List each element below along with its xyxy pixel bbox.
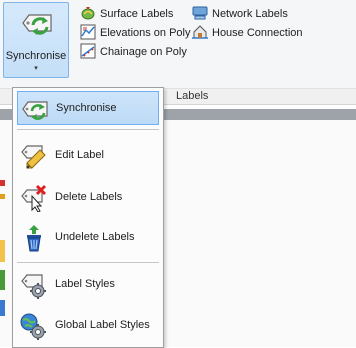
ribbon: Synchronise ▾ Surface Labels Network Lab… <box>0 0 356 88</box>
menu-separator <box>17 262 159 263</box>
global-label-styles-icon <box>20 313 46 340</box>
ribbon-group-label: Labels <box>176 90 209 102</box>
network-labels-label: Network Labels <box>212 8 288 20</box>
menu-item-label: Global Label Styles <box>55 319 150 331</box>
menu-item-label: Label Styles <box>55 278 115 290</box>
edit-label-icon <box>21 145 46 169</box>
network-labels-button[interactable]: Network Labels <box>192 5 288 23</box>
chainage-on-poly-button[interactable]: Chainage on Poly <box>80 43 187 61</box>
surface-labels-label: Surface Labels <box>100 8 174 20</box>
undelete-labels-icon <box>27 225 41 252</box>
menu-item-label: Delete Labels <box>55 191 123 203</box>
synchronise-icon <box>22 101 48 120</box>
menu-item-label-styles[interactable]: Label Styles <box>17 268 159 302</box>
menu-item-global-label-styles[interactable]: Global Label Styles <box>17 309 159 343</box>
label-styles-icon <box>21 274 46 299</box>
menu-item-synchronise[interactable]: Synchronise <box>17 91 159 125</box>
menu-item-label: Undelete Labels <box>55 231 135 243</box>
menu-item-edit-label[interactable]: Edit Label <box>17 139 159 173</box>
chainage-on-poly-label: Chainage on Poly <box>100 46 187 58</box>
surface-labels-button[interactable]: Surface Labels <box>80 5 173 23</box>
canvas-mark <box>0 180 5 186</box>
menu-separator <box>17 129 159 130</box>
canvas-mark <box>0 300 5 316</box>
synchronise-label: Synchronise <box>5 50 67 62</box>
canvas-mark <box>0 270 5 290</box>
canvas-mark <box>0 194 5 199</box>
delete-labels-icon <box>21 184 47 212</box>
elevations-on-poly-icon <box>80 24 96 40</box>
house-connection-icon <box>192 25 208 39</box>
synchronise-icon <box>22 14 52 35</box>
elevations-on-poly-button[interactable]: Elevations on Poly <box>80 24 191 42</box>
menu-item-delete-labels[interactable]: Delete Labels <box>17 181 159 215</box>
network-labels-icon <box>192 6 208 20</box>
synchronise-split-button[interactable]: Synchronise ▾ <box>3 2 69 78</box>
synchronise-dropdown-menu: Synchronise Edit Label Delete Labels Und… <box>12 87 164 348</box>
chainage-on-poly-icon <box>80 43 96 59</box>
chevron-down-icon[interactable]: ▾ <box>4 64 68 72</box>
house-connection-button[interactable]: House Connection <box>192 24 303 42</box>
elevations-on-poly-label: Elevations on Poly <box>100 27 191 39</box>
menu-item-label: Edit Label <box>55 149 104 161</box>
menu-item-undelete-labels[interactable]: Undelete Labels <box>17 221 159 255</box>
menu-item-label: Synchronise <box>56 102 117 114</box>
surface-labels-icon <box>81 7 95 20</box>
canvas-mark <box>0 240 5 262</box>
house-connection-label: House Connection <box>212 27 303 39</box>
